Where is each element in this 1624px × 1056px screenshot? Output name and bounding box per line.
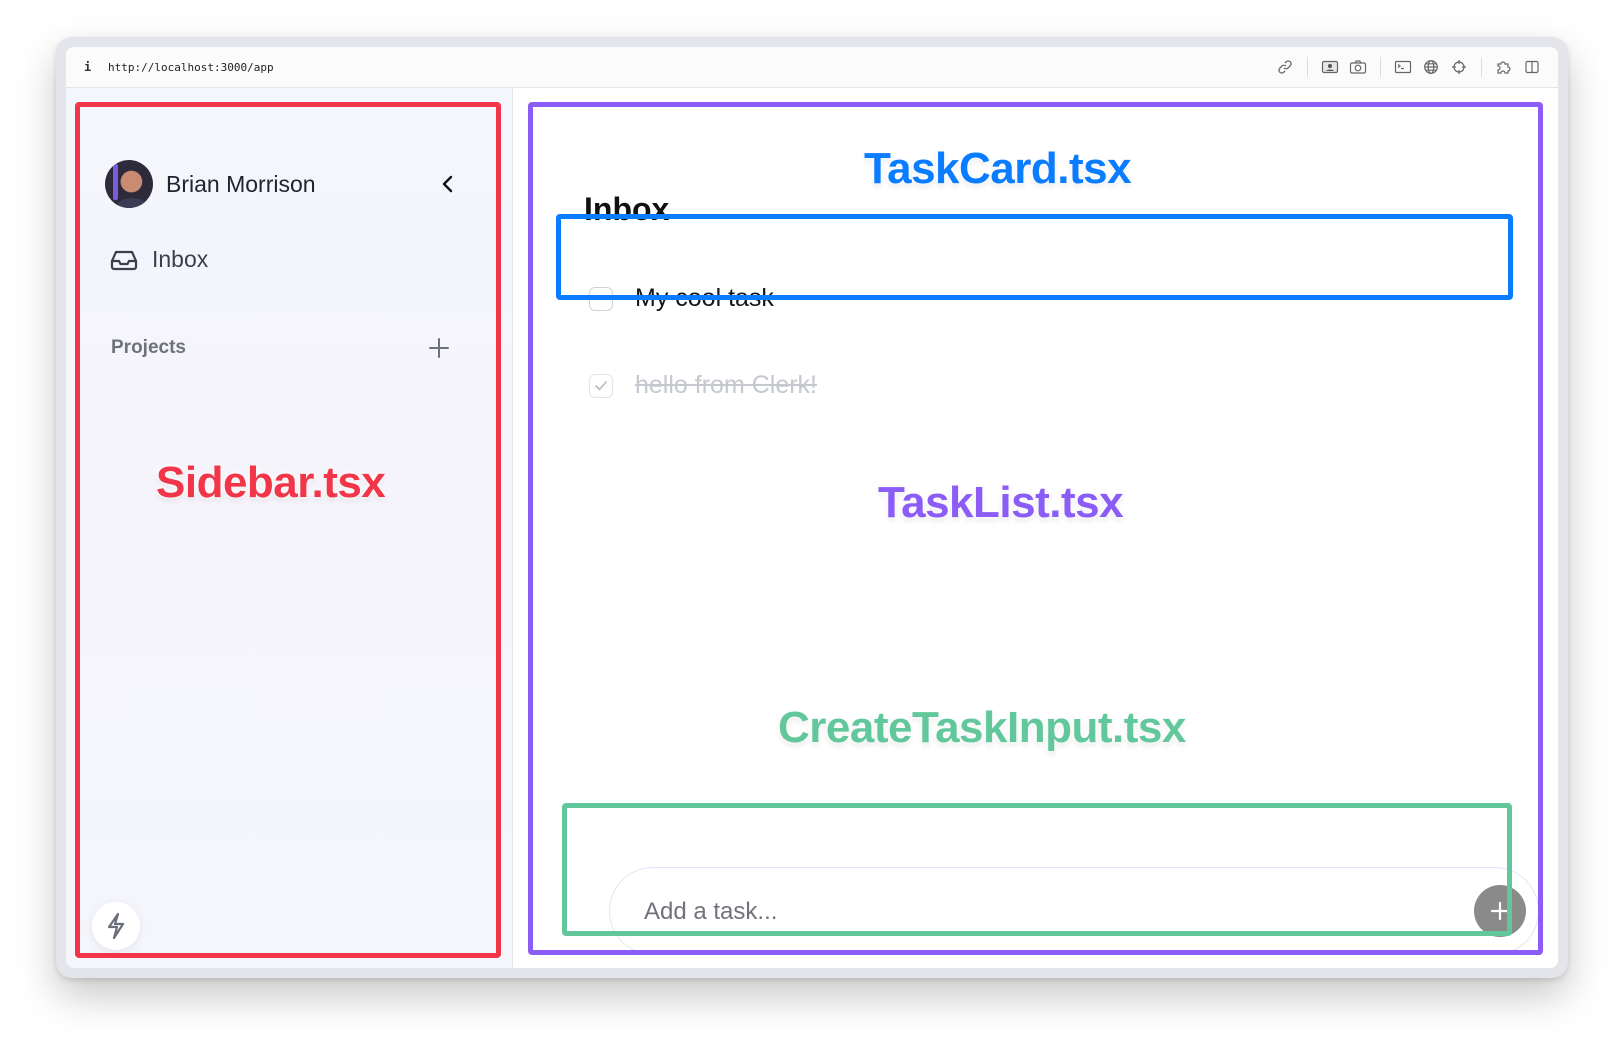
quick-action-button[interactable] [92, 902, 140, 950]
user-profile[interactable]: Brian Morrison [105, 160, 316, 208]
add-task-button[interactable] [1474, 885, 1526, 937]
task-checkbox[interactable] [589, 373, 613, 398]
url-bar[interactable]: http://localhost:3000/app [108, 61, 274, 74]
projects-section-header: Projects [111, 336, 451, 360]
browser-toolbar: i http://localhost:3000/app [66, 47, 1558, 88]
task-item[interactable]: My cool task [589, 284, 774, 313]
collapse-sidebar-button[interactable] [438, 174, 458, 194]
page-title: Inbox [584, 191, 670, 227]
lightning-icon [107, 912, 125, 940]
browser-content: i http://localhost:3000/app Brian Morris… [66, 47, 1558, 968]
task-item[interactable]: hello from Clerk! [589, 371, 817, 400]
taskcard-component-label: TaskCard.tsx [864, 144, 1132, 193]
toolbar-divider [1481, 57, 1482, 77]
screencast-icon[interactable] [1316, 53, 1344, 81]
toolbar-divider [1380, 57, 1381, 77]
plus-icon [429, 338, 449, 358]
createtaskinput-component-label: CreateTaskInput.tsx [778, 703, 1186, 752]
crosshair-icon[interactable] [1445, 53, 1473, 81]
sidebar-item-inbox[interactable]: Inbox [110, 246, 208, 273]
extension-icon[interactable] [1490, 53, 1518, 81]
browser-window: i http://localhost:3000/app Brian Morris… [56, 37, 1568, 978]
tasklist-component-outline [528, 102, 1543, 955]
sidebar-component-outline [75, 102, 501, 958]
task-label: hello from Clerk! [635, 371, 817, 399]
chevron-left-icon [442, 175, 453, 193]
toolbar-actions [1271, 47, 1546, 87]
sidebar: Brian Morrison Inbox Projects Sidebar.ts… [66, 88, 513, 968]
avatar[interactable] [105, 160, 153, 208]
task-list-panel: Inbox My cool task hello from Clerk! Add… [513, 88, 1558, 968]
check-icon [595, 380, 607, 390]
projects-label: Projects [111, 337, 186, 358]
toolbar-divider [1307, 57, 1308, 77]
camera-icon[interactable] [1344, 53, 1372, 81]
sidebar-item-label: Inbox [152, 246, 209, 272]
add-project-button[interactable] [427, 336, 451, 360]
globe-icon[interactable] [1417, 53, 1445, 81]
tasklist-component-label: TaskList.tsx [878, 478, 1124, 527]
task-label: My cool task [635, 284, 774, 312]
link-icon[interactable] [1271, 53, 1299, 81]
sidebar-component-label: Sidebar.tsx [156, 458, 386, 507]
add-task-input[interactable] [642, 868, 1426, 956]
task-checkbox[interactable] [589, 286, 613, 311]
inbox-icon [110, 250, 138, 270]
create-task-form [609, 867, 1539, 956]
plus-icon [1490, 901, 1510, 921]
terminal-icon[interactable] [1389, 53, 1417, 81]
user-name: Brian Morrison [166, 170, 316, 197]
split-view-icon[interactable] [1518, 53, 1546, 81]
info-icon[interactable]: i [84, 60, 94, 74]
